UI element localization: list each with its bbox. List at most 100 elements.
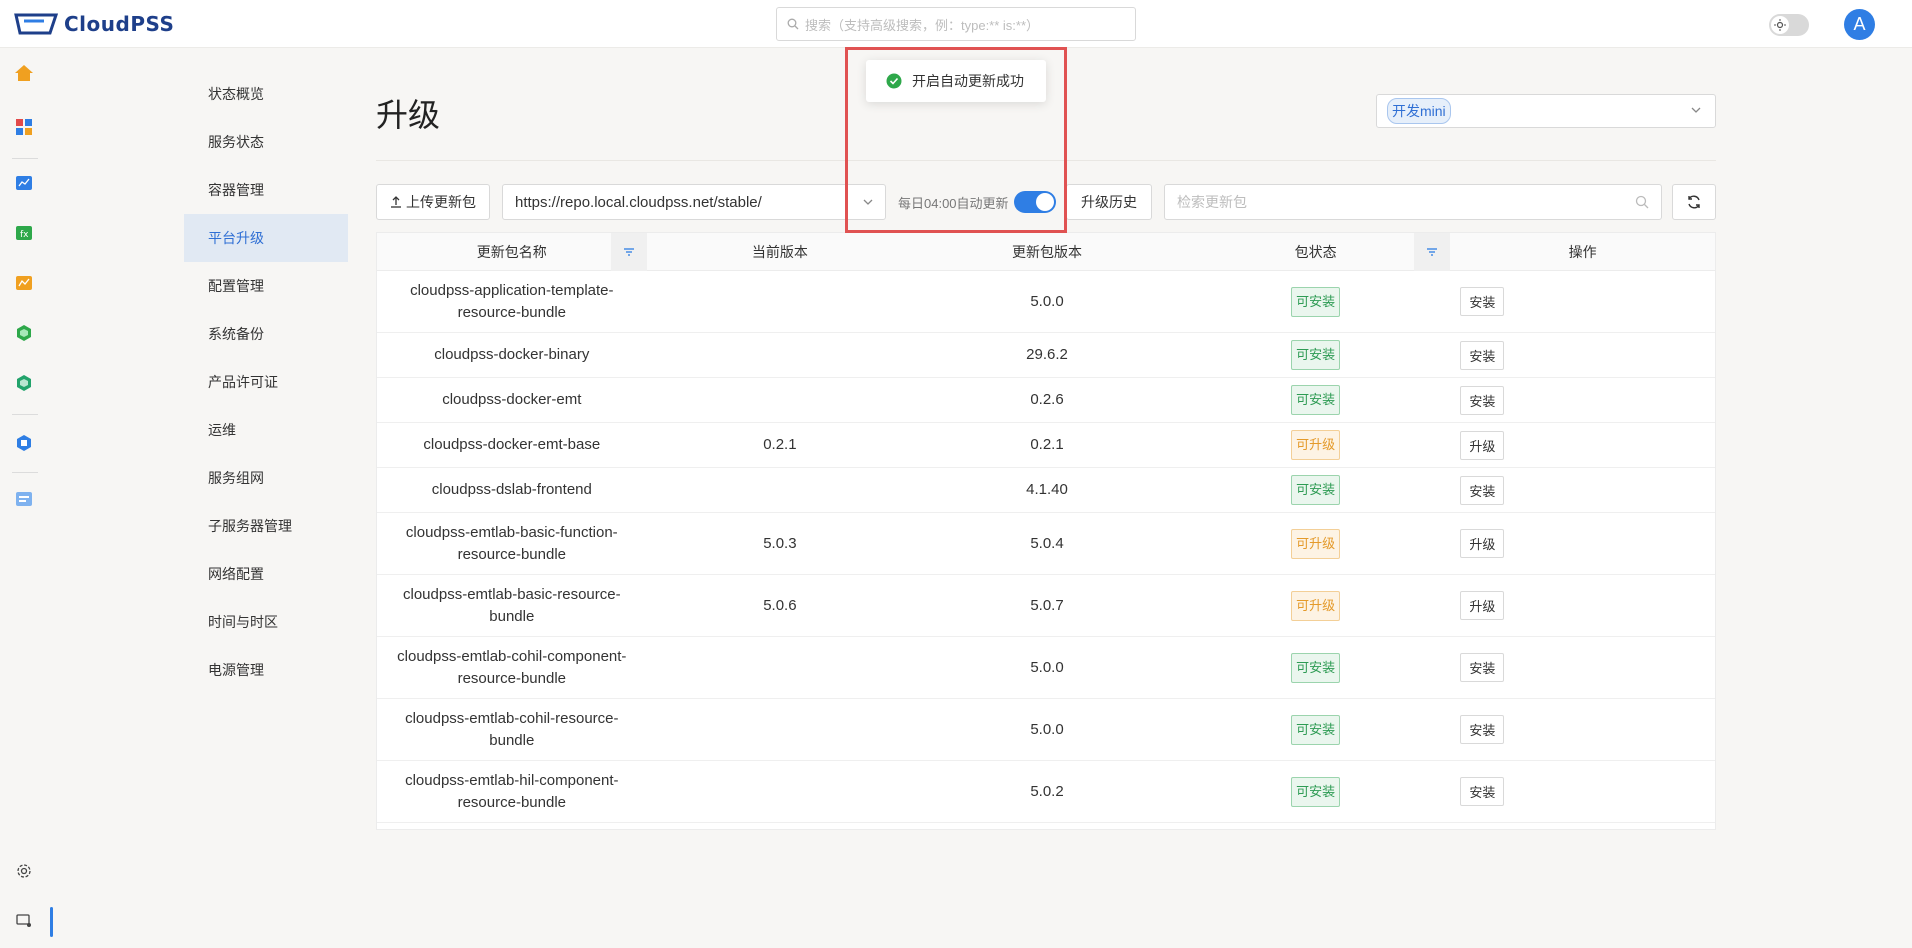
package-name: cloudpss-emtlab-basic-function-resource-… — [405, 523, 618, 563]
column-package-name-label: 更新包名称 — [476, 243, 547, 260]
subnav-item-network-config[interactable]: 网络配置 — [184, 550, 348, 598]
upgrade-button[interactable]: 升级 — [1460, 430, 1505, 460]
logo[interactable]: CloudPSS — [14, 11, 174, 37]
upload-package-label: 上传更新包 — [406, 194, 476, 210]
package-search-placeholder: 检索更新包 — [1177, 194, 1247, 210]
current-version: 5.0.3 — [763, 534, 797, 552]
subnav-item-product-license[interactable]: 产品许可证 — [184, 358, 348, 406]
package-name: cloudpss-emtlab-hil-component-resource-b… — [405, 771, 619, 811]
home-icon[interactable] — [13, 62, 35, 84]
package-table: 更新包名称 当前版本 更新包版本 包状态 操作 cloudpss-applica… — [376, 232, 1716, 830]
table-row: cloudpss-docker-emt-base 0.2.1 0.2.1 可升级… — [377, 423, 1715, 468]
chart-app-icon[interactable] — [13, 172, 35, 194]
package-version: 5.0.7 — [1030, 596, 1064, 614]
subnav-item-power-management[interactable]: 电源管理 — [184, 646, 348, 694]
subnav-item-service-networking[interactable]: 服务组网 — [184, 454, 348, 502]
subnav-item-status-overview[interactable]: 状态概览 — [184, 70, 348, 118]
status-badge: 可安装 — [1291, 286, 1341, 317]
install-button[interactable]: 安装 — [1460, 340, 1505, 370]
status-badge: 可安装 — [1291, 776, 1341, 807]
hexagon-app-green-icon[interactable] — [13, 322, 35, 344]
subnav-item-platform-upgrade[interactable]: 平台升级 — [184, 214, 348, 262]
document-app-icon[interactable] — [13, 488, 35, 510]
table-row: cloudpss-docker-emt 0.2.6 可安装 安装 — [377, 378, 1715, 423]
package-version: 0.2.6 — [1030, 391, 1064, 408]
logo-text: CloudPSS — [64, 12, 175, 36]
column-current-version: 当前版本 — [751, 243, 808, 260]
subnav-item-container-management[interactable]: 容器管理 — [184, 166, 348, 214]
page-title: 升级 — [376, 97, 441, 133]
settings-icon[interactable] — [13, 860, 35, 882]
avatar[interactable]: A — [1844, 9, 1875, 40]
status-badge: 可安装 — [1291, 340, 1341, 370]
table-header: 更新包名称 当前版本 更新包版本 包状态 操作 — [377, 233, 1715, 271]
environment-select[interactable]: 开发mini — [1376, 94, 1716, 128]
table-row: cloudpss-emtlab-basic-function-resource-… — [377, 513, 1715, 575]
svg-text:fx: fx — [20, 230, 29, 240]
table-row: cloudpss-docker-binary 29.6.2 可安装 安装 — [377, 333, 1715, 378]
package-version: 0.2.1 — [1030, 436, 1064, 453]
column-package-name: 更新包名称 — [377, 233, 647, 271]
rail-active-indicator — [50, 907, 53, 937]
status-badge: 可升级 — [1291, 590, 1341, 621]
status-badge: 可安装 — [1291, 652, 1341, 683]
chevron-down-icon — [1691, 107, 1701, 113]
search-icon — [787, 18, 799, 30]
global-search-input[interactable]: 搜索（支持高级搜索，例：type:** is:**） — [776, 7, 1136, 41]
subnav-item-time-zone[interactable]: 时间与时区 — [184, 598, 348, 646]
filter-icon[interactable] — [1414, 233, 1451, 271]
install-button[interactable]: 安装 — [1460, 475, 1505, 505]
upload-package-button[interactable]: 上传更新包 — [376, 184, 490, 220]
package-name: cloudpss-docker-emt-base — [423, 436, 601, 453]
analytics-app-icon[interactable] — [13, 272, 35, 294]
function-app-icon[interactable]: fx — [13, 222, 35, 244]
install-button[interactable]: 安装 — [1460, 385, 1505, 415]
package-version: 5.0.4 — [1030, 534, 1064, 552]
top-bar: CloudPSS 搜索（支持高级搜索，例：type:** is:**） A — [0, 0, 1912, 48]
package-name: cloudpss-dslab-frontend — [431, 481, 592, 498]
subnav-item-sub-server-management[interactable]: 子服务器管理 — [184, 502, 348, 550]
settings-subnav: 状态概览 服务状态 容器管理 平台升级 配置管理 系统备份 产品许可证 运维 服… — [184, 70, 348, 694]
filter-icon[interactable] — [610, 233, 647, 271]
current-version — [647, 637, 914, 698]
install-button[interactable]: 安装 — [1460, 287, 1505, 316]
sun-icon — [1771, 16, 1789, 34]
hexagon-app-teal-icon[interactable] — [13, 372, 35, 394]
refresh-icon — [1688, 195, 1700, 209]
table-row: cloudpss-emtlab-cohil-component-resource… — [377, 637, 1715, 699]
search-icon — [1635, 195, 1649, 209]
theme-toggle[interactable] — [1769, 14, 1809, 36]
column-actions: 操作 — [1568, 243, 1597, 260]
package-version: 29.6.2 — [1026, 346, 1068, 363]
current-version: 0.2.1 — [763, 436, 797, 453]
refresh-button[interactable] — [1672, 184, 1716, 220]
subnav-item-service-status[interactable]: 服务状态 — [184, 118, 348, 166]
table-row: cloudpss-dslab-frontend 4.1.40 可安装 安装 — [377, 468, 1715, 513]
repo-url-select[interactable]: https://repo.local.cloudpss.net/stable/ — [502, 184, 886, 220]
table-row: cloudpss-application-template-resource-b… — [377, 271, 1715, 333]
cloudpss-logo-icon — [14, 13, 58, 35]
status-badge: 可安装 — [1291, 714, 1341, 745]
table-row: cloudpss-emtlab-hil-component-resource-b… — [377, 761, 1715, 823]
install-button[interactable]: 安装 — [1460, 715, 1505, 744]
current-version — [647, 333, 914, 377]
install-button[interactable]: 安装 — [1460, 653, 1505, 682]
subnav-item-config-management[interactable]: 配置管理 — [184, 262, 348, 310]
package-version: 5.0.0 — [1030, 720, 1064, 738]
admin-panel-icon[interactable] — [13, 910, 35, 932]
model-app-icon[interactable] — [13, 432, 35, 454]
upgrade-button[interactable]: 升级 — [1460, 591, 1505, 620]
current-version — [647, 378, 914, 422]
package-search-input[interactable]: 检索更新包 — [1164, 184, 1662, 220]
upgrade-history-button[interactable]: 升级历史 — [1066, 184, 1152, 220]
environment-tag: 开发mini — [1387, 98, 1451, 124]
package-name: cloudpss-emtlab-cohil-resource-bundle — [405, 709, 619, 749]
current-version — [647, 761, 914, 822]
install-button[interactable]: 安装 — [1460, 777, 1505, 806]
apps-icon[interactable] — [13, 116, 35, 138]
app-rail: fx — [0, 48, 48, 948]
subnav-item-system-backup[interactable]: 系统备份 — [184, 310, 348, 358]
subnav-item-operations[interactable]: 运维 — [184, 406, 348, 454]
package-name: cloudpss-emtlab-cohil-component-resource… — [397, 647, 627, 687]
upgrade-button[interactable]: 升级 — [1460, 529, 1505, 558]
